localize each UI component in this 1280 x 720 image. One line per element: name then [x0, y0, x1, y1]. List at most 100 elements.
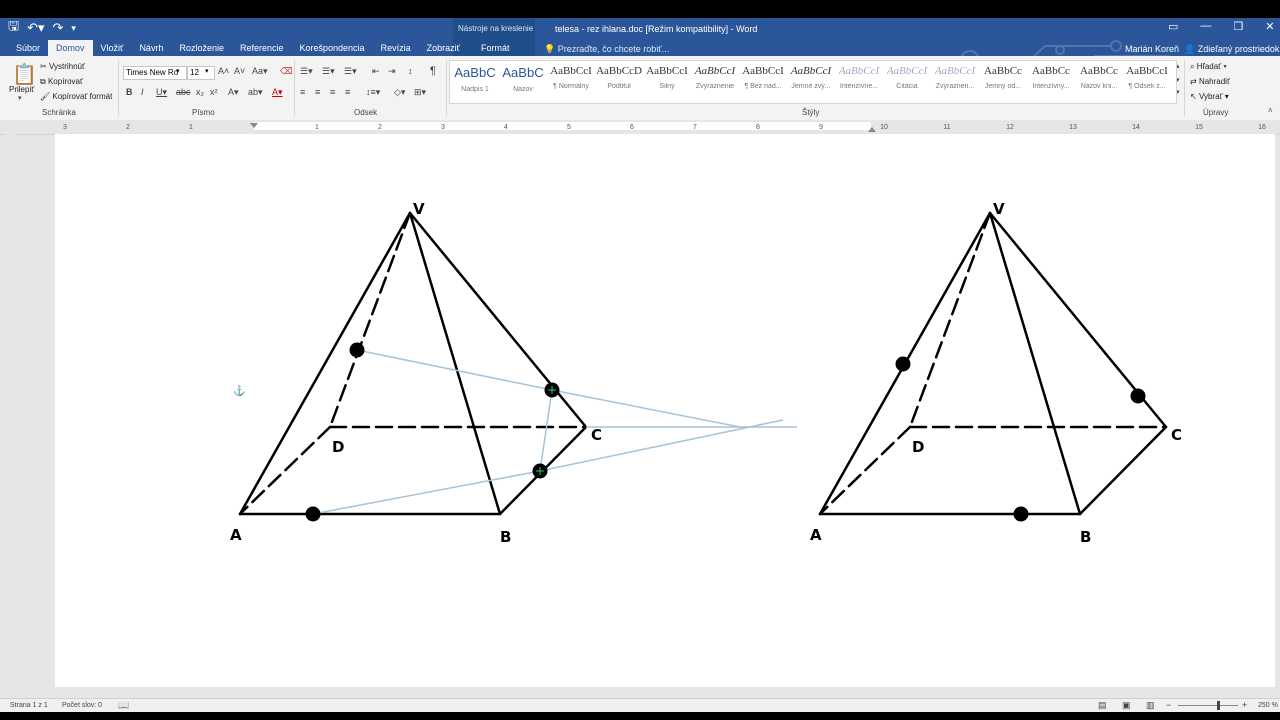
restore-icon[interactable]: ❐	[1233, 20, 1243, 33]
multilevel-list-icon[interactable]: ☰▾	[344, 66, 357, 77]
align-right-icon[interactable]: ≡	[330, 87, 335, 97]
point-on-vd[interactable]	[349, 342, 365, 358]
align-left-icon[interactable]: ≡	[300, 87, 305, 97]
tab-references[interactable]: Referencie	[232, 41, 292, 56]
style-item[interactable]: AaBbCcI Jemné zvý...	[788, 65, 834, 90]
zoom-slider[interactable]	[1178, 705, 1238, 706]
pilcrow-icon[interactable]: ¶	[430, 65, 436, 77]
style-item[interactable]: AaBbCcI Silný	[644, 65, 690, 90]
zoom-in-icon[interactable]: +	[1242, 700, 1247, 710]
tab-format[interactable]: Formát	[481, 43, 510, 53]
tab-review[interactable]: Revízia	[373, 41, 419, 56]
tab-file[interactable]: Súbor	[8, 41, 48, 56]
tab-view[interactable]: Zobraziť	[419, 41, 468, 56]
change-case-icon[interactable]: Aa▾	[252, 66, 268, 77]
read-mode-icon[interactable]: ▤	[1098, 700, 1107, 711]
shrink-font-icon[interactable]: A˅	[234, 66, 245, 76]
copy-button[interactable]: ⧉ Kopírovať	[40, 77, 83, 87]
minimize-icon[interactable]: —	[1200, 20, 1211, 33]
document-page[interactable]: V A B C D ⚓ V A B C D	[55, 134, 1275, 687]
tab-mailings[interactable]: Korešpondencia	[292, 41, 373, 56]
redo-icon[interactable]: ↷	[53, 20, 64, 36]
sort-icon[interactable]: ↕	[408, 66, 413, 76]
zoom-level[interactable]: 250 %	[1258, 702, 1278, 709]
bullets-icon[interactable]: ☰▾	[300, 66, 313, 77]
word-count[interactable]: Počet slov: 0	[62, 702, 102, 709]
tab-design[interactable]: Návrh	[131, 41, 171, 56]
vertical-ruler[interactable]	[6, 134, 16, 684]
paste-icon[interactable]: 📋	[12, 62, 37, 87]
tell-me-box[interactable]: 💡 Prezraďte, čo chcete robiť...	[544, 44, 669, 55]
share-button[interactable]: 👤 Zdieľaný prostriedok	[1184, 44, 1279, 55]
style-item[interactable]: AaBbCcI Intenzívne...	[836, 65, 882, 90]
chevron-down-icon[interactable]: ▾	[18, 94, 22, 102]
style-item[interactable]: AaBbCc Názov kni...	[1076, 65, 1122, 90]
grow-font-icon[interactable]: A˄	[218, 66, 229, 76]
size-dropdown-icon[interactable]: ▾	[205, 67, 209, 75]
style-item[interactable]: AaBbCcI ¶ Normálny	[548, 65, 594, 90]
text-effects-icon[interactable]: A▾	[228, 87, 239, 98]
zoom-slider-thumb[interactable]	[1217, 701, 1220, 710]
drawing-canvas[interactable]: V A B C D ⚓ V A B C D	[55, 134, 1275, 687]
print-layout-icon[interactable]: ▣	[1122, 700, 1131, 711]
font-size-box[interactable]: 12	[187, 66, 215, 80]
bold-icon[interactable]: B	[126, 87, 133, 97]
tab-home[interactable]: Domov	[48, 40, 93, 56]
left-points[interactable]	[305, 342, 560, 522]
style-item[interactable]: AaBbCcI Zvýraznen...	[932, 65, 978, 90]
user-name[interactable]: Marián Koreň	[1125, 44, 1179, 54]
underline-icon[interactable]: U▾	[156, 87, 167, 98]
style-item[interactable]: AaBbCcI ¶ Odsek z...	[1124, 65, 1170, 90]
italic-icon[interactable]: I	[141, 87, 144, 97]
indent-marker[interactable]	[250, 123, 258, 128]
decrease-indent-icon[interactable]: ⇤	[372, 66, 380, 77]
find-button[interactable]: ⌕ Hľadať ▾	[1190, 62, 1227, 72]
superscript-icon[interactable]: x²	[210, 87, 218, 97]
save-icon[interactable]: 🖫	[8, 17, 19, 39]
right-pyramid[interactable]	[818, 211, 1168, 516]
borders-icon[interactable]: ⊞▾	[414, 87, 426, 98]
point-on-vc[interactable]	[1130, 388, 1146, 404]
style-item[interactable]: AaBbC Názov	[500, 65, 546, 93]
tab-insert[interactable]: Vložiť	[93, 41, 132, 56]
clear-format-icon[interactable]: ⌫	[280, 66, 293, 77]
style-item[interactable]: AaBbC Nadpis 1	[452, 65, 498, 93]
construction-lines[interactable]	[312, 349, 797, 515]
font-color-icon[interactable]: A▾	[272, 87, 283, 98]
point-on-va[interactable]	[895, 356, 911, 372]
collapse-ribbon-icon[interactable]: ˄	[1268, 106, 1273, 115]
increase-indent-icon[interactable]: ⇥	[388, 66, 396, 77]
undo-icon[interactable]: ↶▾	[27, 20, 44, 36]
numbering-icon[interactable]: ☰▾	[322, 66, 335, 77]
justify-icon[interactable]: ≡	[345, 87, 350, 97]
tab-layout[interactable]: Rozloženie	[171, 41, 232, 56]
cut-button[interactable]: ✂ Vystrihnúť	[40, 62, 85, 71]
subscript-icon[interactable]: x₂	[196, 87, 204, 97]
highlight-icon[interactable]: ab▾	[248, 87, 263, 98]
style-item[interactable]: AaBbCc Intenzívny...	[1028, 65, 1074, 90]
right-indent-marker[interactable]	[868, 127, 876, 132]
style-item[interactable]: AaBbCcI Citácia	[884, 65, 930, 90]
zoom-out-icon[interactable]: −	[1166, 700, 1171, 710]
align-center-icon[interactable]: ≡	[315, 87, 320, 97]
style-item[interactable]: AaBbCc Jemný od...	[980, 65, 1026, 90]
point-on-ab[interactable]	[1013, 506, 1029, 522]
select-button[interactable]: ↖ Vybrať ▾	[1190, 92, 1229, 101]
anchor-icon[interactable]: ⚓	[233, 384, 245, 397]
customize-qat-icon[interactable]: ▾	[71, 23, 76, 34]
style-item[interactable]: AaBbCcI Zvýraznenie	[692, 65, 738, 90]
shading-icon[interactable]: ◇▾	[394, 87, 405, 98]
close-icon[interactable]: ✕	[1265, 20, 1274, 33]
style-item[interactable]: AaBbCcD Podtitul	[596, 65, 642, 90]
ribbon-display-icon[interactable]: ▭	[1168, 20, 1178, 33]
strikethrough-icon[interactable]: abc	[176, 87, 191, 97]
format-painter-button[interactable]: 🖌 Kopírovať formát	[40, 92, 112, 101]
font-dropdown-icon[interactable]: ▾	[176, 67, 180, 75]
proofing-icon[interactable]: 📖	[118, 700, 129, 711]
line-spacing-icon[interactable]: ↕≡▾	[366, 87, 380, 98]
style-item[interactable]: AaBbCcI ¶ Bez riad...	[740, 65, 786, 90]
replace-button[interactable]: ⇄ Nahradiť	[1190, 77, 1230, 86]
paste-button[interactable]: Prilepiť	[9, 85, 34, 94]
point-on-ab[interactable]	[305, 506, 321, 522]
web-layout-icon[interactable]: ▥	[1146, 700, 1155, 711]
